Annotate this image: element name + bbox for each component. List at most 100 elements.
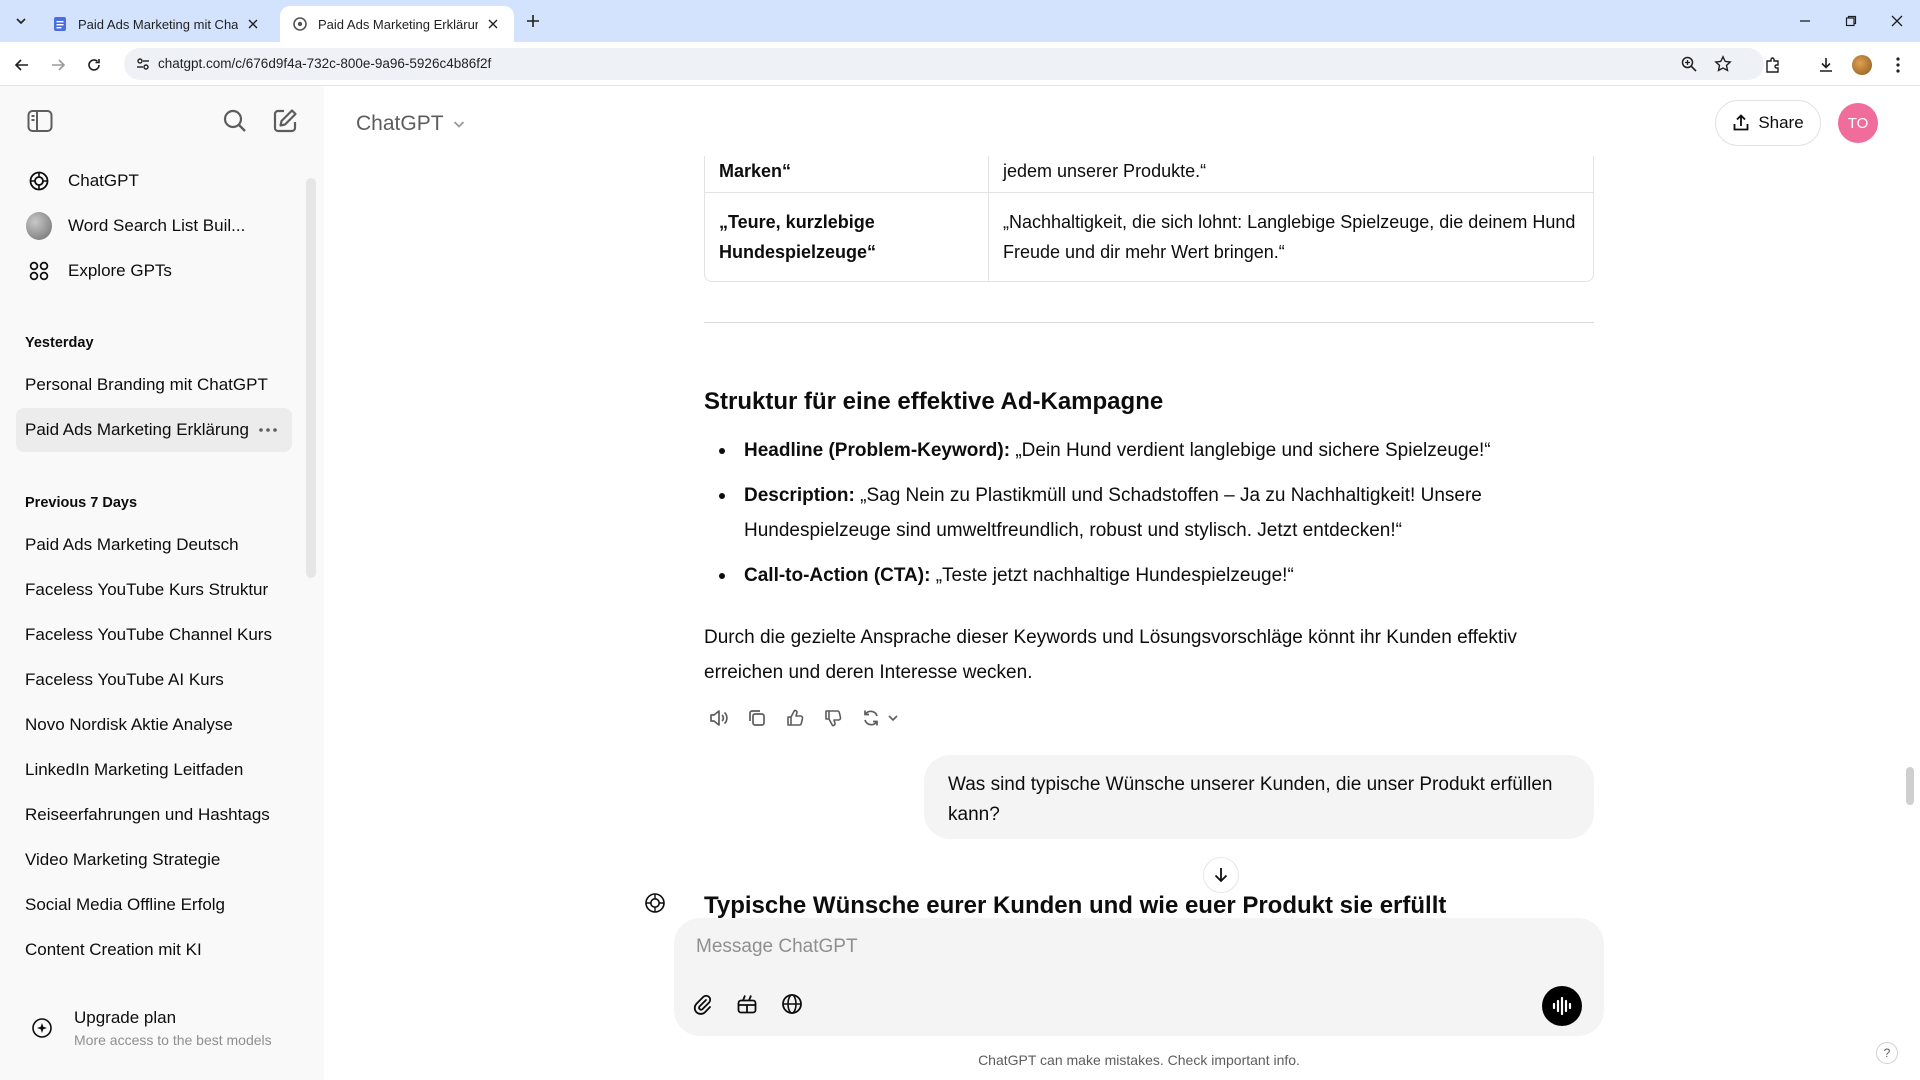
- gpt-avatar: [26, 212, 52, 240]
- tools-icon[interactable]: [731, 988, 763, 1020]
- more-options-icon[interactable]: [256, 418, 280, 442]
- scroll-to-bottom-button[interactable]: [1203, 857, 1239, 893]
- toggle-sidebar-icon[interactable]: [22, 103, 58, 139]
- share-upload-icon: [1732, 114, 1750, 132]
- tab-search-chevron-icon[interactable]: [10, 10, 32, 32]
- upgrade-subtitle: More access to the best models: [74, 1032, 272, 1048]
- chat-history-item-active[interactable]: Paid Ads Marketing Erklärung: [16, 408, 292, 452]
- chat-history-item[interactable]: Faceless YouTube Kurs Struktur: [16, 568, 292, 612]
- share-button[interactable]: Share: [1715, 100, 1821, 146]
- waveform-icon: [1552, 997, 1572, 1015]
- table-cell-problem: „Teure, kurzlebige Hundespielzeuge“: [705, 193, 989, 281]
- chat-history-item[interactable]: Social Media Offline Erfolg: [16, 883, 292, 927]
- bookmark-star-icon[interactable]: [1714, 55, 1732, 73]
- chat-history-item[interactable]: Reiseerfahrungen und Hashtags: [16, 793, 292, 837]
- site-settings-icon[interactable]: [134, 55, 152, 73]
- browser-tab-inactive[interactable]: Paid Ads Marketing mit ChatGPT: [40, 6, 274, 42]
- sidebar-nav-chatgpt[interactable]: ChatGPT: [16, 161, 292, 201]
- close-tab-icon[interactable]: [484, 15, 502, 33]
- grid-icon: [26, 258, 52, 284]
- browser-tab-active[interactable]: Paid Ads Marketing Erklärung: [280, 6, 514, 42]
- download-icon[interactable]: [1814, 53, 1838, 77]
- chat-history-item[interactable]: Video Marketing Strategie: [16, 838, 292, 882]
- address-bar[interactable]: chatgpt.com/c/676d9f4a-732c-800e-9a96-59…: [124, 48, 1764, 80]
- attach-paperclip-icon[interactable]: [686, 988, 718, 1020]
- arrow-down-icon: [1214, 868, 1228, 883]
- regenerate-icon[interactable]: [856, 703, 886, 733]
- new-tab-icon[interactable]: [522, 10, 544, 32]
- disclaimer-text: ChatGPT can make mistakes. Check importa…: [978, 1052, 1300, 1068]
- voice-mode-button[interactable]: [1542, 986, 1582, 1026]
- chat-history-item[interactable]: Faceless YouTube AI Kurs: [16, 658, 292, 702]
- sidebar-nav-label: Explore GPTs: [68, 261, 172, 280]
- sidebar-nav-explore-gpts[interactable]: Explore GPTs: [16, 251, 292, 291]
- new-chat-icon[interactable]: [267, 103, 303, 139]
- browser-tab-bar: Paid Ads Marketing mit ChatGPT Paid Ads …: [0, 0, 1920, 42]
- user-avatar[interactable]: TO: [1838, 103, 1878, 143]
- forward-arrow-icon[interactable]: [46, 53, 70, 77]
- read-aloud-icon[interactable]: [704, 703, 734, 733]
- upgrade-plan-button[interactable]: Upgrade plan More access to the best mod…: [16, 998, 308, 1058]
- sidebar-scrollbar[interactable]: [306, 178, 316, 578]
- thumbs-up-icon[interactable]: [780, 703, 810, 733]
- table-cell-problem: Marken“: [705, 156, 989, 192]
- help-button[interactable]: ?: [1876, 1042, 1898, 1064]
- message-actions: [704, 703, 900, 733]
- copy-icon[interactable]: [742, 703, 772, 733]
- model-selector[interactable]: ChatGPT: [356, 112, 466, 136]
- chat-main: ChatGPT Share TO Marken“ jedem unserer P…: [324, 86, 1920, 1080]
- chat-history-item[interactable]: LinkedIn Marketing Leitfaden: [16, 748, 292, 792]
- openai-logo-icon: [26, 168, 52, 194]
- list-item: Description: „Sag Nein zu Plastikmüll un…: [704, 478, 1594, 548]
- thumbs-down-icon[interactable]: [818, 703, 848, 733]
- share-label: Share: [1758, 113, 1804, 132]
- sidebar-nav-label: ChatGPT: [68, 171, 139, 190]
- sidebar: ChatGPT Word Search List Buil... Explore…: [0, 86, 324, 1080]
- comparison-table: Marken“ jedem unserer Produkte.“ „Teure,…: [704, 156, 1594, 282]
- close-window-icon[interactable]: [1885, 10, 1909, 32]
- close-tab-icon[interactable]: [244, 15, 262, 33]
- tab-title: Paid Ads Marketing Erklärung: [318, 16, 478, 32]
- section-title-yesterday: Yesterday: [25, 335, 94, 351]
- globe-search-icon[interactable]: [776, 988, 808, 1020]
- restore-icon[interactable]: [1839, 10, 1863, 32]
- chat-history-item[interactable]: Content Creation mit KI: [16, 928, 292, 972]
- list-item: Call-to-Action (CTA): „Teste jetzt nachh…: [704, 558, 1594, 593]
- message-input[interactable]: Message ChatGPT: [696, 936, 858, 958]
- chevron-down-icon: [452, 117, 466, 131]
- chat-scrollbar[interactable]: [1906, 767, 1914, 805]
- openai-favicon-icon: [292, 16, 308, 32]
- minimize-icon[interactable]: [1793, 10, 1817, 32]
- chat-history-item[interactable]: Personal Branding mit ChatGPT: [16, 363, 292, 407]
- next-answer-heading: Typische Wünsche eurer Kunden und wie eu…: [704, 892, 1447, 918]
- docs-favicon-icon: [52, 16, 68, 32]
- chevron-down-icon[interactable]: [886, 703, 900, 733]
- reload-icon[interactable]: [82, 53, 106, 77]
- answer-heading: Struktur für eine effektive Ad-Kampagne: [704, 388, 1164, 415]
- tab-title: Paid Ads Marketing mit ChatGPT: [78, 16, 238, 32]
- table-row: „Teure, kurzlebige Hundespielzeuge“ „Nac…: [705, 192, 1593, 281]
- extensions-puzzle-icon[interactable]: [1761, 53, 1785, 77]
- search-chats-icon[interactable]: [217, 103, 253, 139]
- chat-history-item[interactable]: Novo Nordisk Aktie Analyse: [16, 703, 292, 747]
- assistant-logo-icon: [640, 888, 670, 918]
- table-row: Marken“ jedem unserer Produkte.“: [705, 156, 1593, 192]
- sidebar-nav-label: Word Search List Buil...: [68, 216, 246, 235]
- user-message-bubble: Was sind typische Wünsche unserer Kunden…: [924, 755, 1594, 839]
- browser-menu-icon[interactable]: [1886, 53, 1910, 77]
- message-composer[interactable]: Message ChatGPT: [674, 918, 1604, 1036]
- table-cell-solution: „Nachhaltigkeit, die sich lohnt: Langleb…: [1003, 212, 1576, 262]
- divider: [704, 322, 1594, 323]
- list-item: Headline (Problem-Keyword): „Dein Hund v…: [704, 433, 1594, 468]
- upgrade-title: Upgrade plan: [74, 1008, 177, 1027]
- profile-picture-icon: [1852, 55, 1872, 75]
- answer-bullet-list: Headline (Problem-Keyword): „Dein Hund v…: [704, 433, 1594, 603]
- url-text: chatgpt.com/c/676d9f4a-732c-800e-9a96-59…: [158, 56, 492, 71]
- section-title-previous-7-days: Previous 7 Days: [25, 495, 138, 511]
- chat-history-item[interactable]: Paid Ads Marketing Deutsch: [16, 523, 292, 567]
- browser-profile-avatar[interactable]: [1850, 53, 1874, 77]
- back-arrow-icon[interactable]: [10, 53, 34, 77]
- chat-history-item[interactable]: Faceless YouTube Channel Kurs: [16, 613, 292, 657]
- sidebar-nav-word-search[interactable]: Word Search List Buil...: [16, 206, 292, 246]
- zoom-icon[interactable]: [1680, 55, 1698, 73]
